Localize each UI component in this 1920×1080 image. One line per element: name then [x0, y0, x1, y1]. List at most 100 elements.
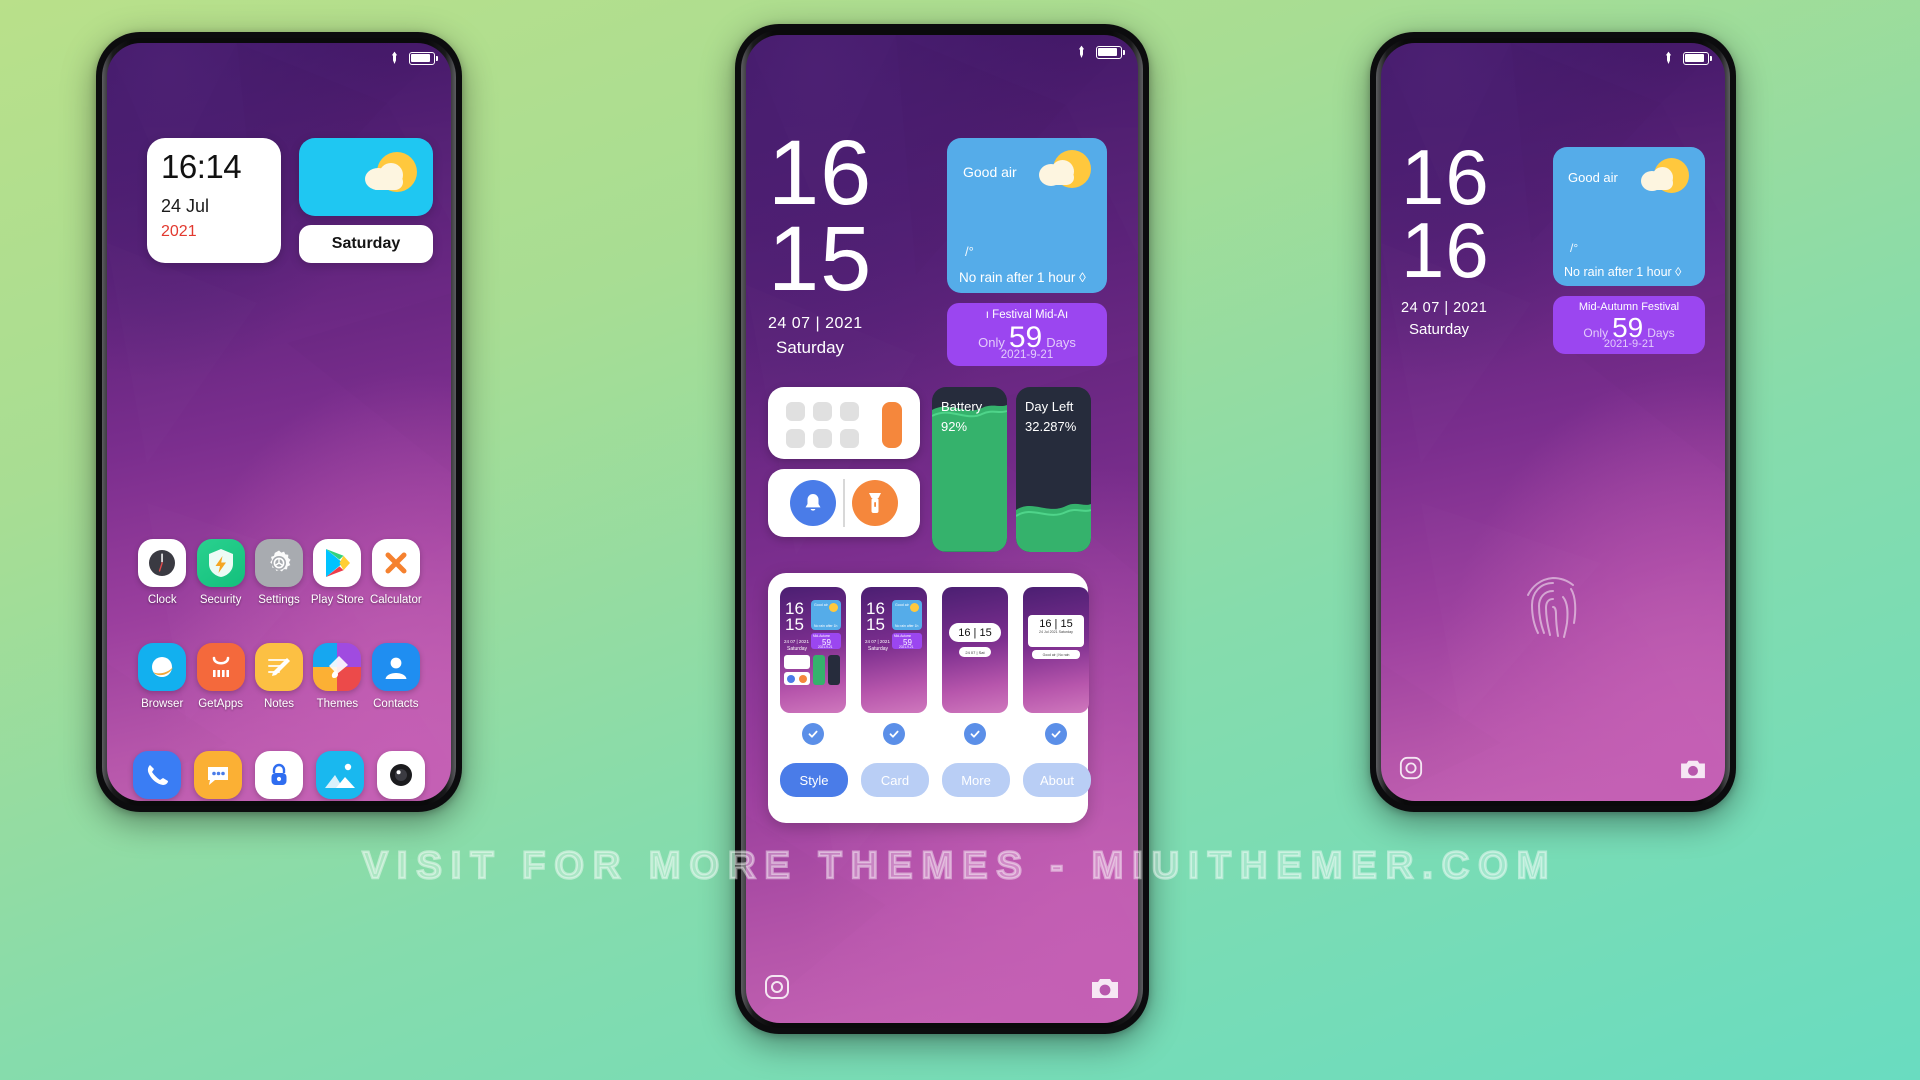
camera-lens-icon[interactable] — [764, 974, 790, 1005]
style-thumb-2[interactable]: 16 15 24 07 | 2021 Saturday Good air No … — [861, 587, 927, 713]
clock-date: 24 07 | 2021 — [768, 314, 863, 332]
toggle-divider — [843, 479, 845, 527]
phone2-bezel: 16 15 24 07 | 2021 Saturday Good air /° … — [741, 30, 1143, 1028]
phone3-bezel: 16 16 24 07 | 2021 Saturday Good air /° … — [1376, 38, 1730, 806]
message-bubble-icon[interactable] — [194, 751, 242, 799]
weather-card[interactable]: Good air /° No rain after 1 hour ◊ — [1553, 147, 1705, 286]
bell-icon[interactable] — [790, 480, 836, 526]
battery-value: 92% — [941, 419, 968, 434]
festival-countdown-card[interactable]: Mid-Autumn Festival Only 59 Days 2021-9-… — [1553, 296, 1705, 354]
theme-picker-panel[interactable]: 16 15 24 07 | 2021 Saturday Good air No … — [768, 573, 1091, 823]
style-thumb-1-checkbox[interactable] — [802, 723, 824, 745]
flashlight-icon[interactable] — [852, 480, 898, 526]
app-label: Contacts — [373, 698, 419, 710]
tab-style[interactable]: Style — [780, 763, 848, 797]
notes-icon — [255, 643, 304, 691]
phone1-status-bar — [107, 43, 451, 73]
app-label: GetApps — [198, 698, 243, 710]
lockscreen-clock: 16 16 24 07 | 2021 Saturday — [1401, 133, 1551, 338]
app-label: Clock — [147, 594, 177, 606]
day-left-value: 32.287% — [1025, 419, 1077, 434]
day-left-label: Day Left — [1025, 399, 1074, 414]
sun-behind-cloud-icon — [1641, 156, 1693, 203]
camera-icon[interactable] — [1090, 976, 1120, 1005]
app-label: Calculator — [369, 594, 422, 606]
lock-icon[interactable] — [255, 751, 303, 799]
camera-lens-icon[interactable] — [1399, 756, 1423, 785]
clock-hour: 16 — [768, 122, 873, 224]
clock-date: 24 07 | 2021 — [1401, 299, 1488, 316]
app-getapps[interactable]: GetApps — [191, 643, 249, 710]
style-thumb-3[interactable]: 16 | 15 24 07 | Sat — [942, 587, 1008, 713]
app-security[interactable]: Security — [191, 539, 249, 606]
day-left-card[interactable]: Day Left 32.287% — [1016, 387, 1091, 552]
mi-getapps-icon — [196, 643, 245, 691]
quick-toggles-widget[interactable] — [768, 469, 920, 537]
style-thumb-2-checkbox[interactable] — [883, 723, 905, 745]
style-thumb-4-checkbox[interactable] — [1045, 723, 1067, 745]
clock-year: 2021 — [161, 223, 197, 240]
festival-title: ı Festival Mid-Aı — [985, 309, 1069, 321]
app-clock[interactable]: Clock — [133, 539, 191, 606]
style-thumb-3-checkbox[interactable] — [964, 723, 986, 745]
app-browser[interactable]: Browser — [133, 643, 191, 710]
app-themes[interactable]: Themes — [308, 643, 366, 710]
thumb-inline-clock: 16 | 15 — [1039, 618, 1073, 630]
weather-air-quality: Good air — [1568, 170, 1618, 185]
phone3-status-bar — [1381, 43, 1725, 73]
app-label: Security — [199, 594, 242, 606]
app-settings[interactable]: Settings — [250, 539, 308, 606]
thumb-minute: 15 — [866, 615, 885, 635]
contacts-person-icon — [371, 643, 420, 691]
gallery-image-icon[interactable] — [316, 751, 364, 799]
weather-temperature: /° — [965, 244, 974, 259]
clock-icon — [138, 539, 187, 587]
phone-device-1: 16:14 24 Jul 2021 Saturday Clock Securit… — [96, 32, 462, 812]
battery-icon — [1683, 51, 1712, 65]
lockscreen-clock: 16 15 24 07 | 2021 Saturday — [768, 122, 928, 358]
clock-date: 24 Jul — [161, 196, 210, 216]
clock-minute: 16 — [1401, 206, 1490, 295]
app-label: Play Store — [310, 594, 364, 606]
pin-icon — [391, 51, 398, 64]
festival-countdown-card[interactable]: ı Festival Mid-Aı Only 59 Days 2021-9-21 — [947, 303, 1107, 366]
clock-weekday: Saturday — [776, 337, 845, 357]
weather-forecast: No rain after 1 hour ◊ — [959, 270, 1086, 285]
fingerprint-icon[interactable] — [1522, 573, 1584, 648]
phone-device-2: 16 15 24 07 | 2021 Saturday Good air /° … — [735, 24, 1149, 1034]
tab-about[interactable]: About — [1023, 763, 1091, 797]
style-thumb-1[interactable]: 16 15 24 07 | 2021 Saturday Good air No … — [780, 587, 846, 713]
style-thumb-4[interactable]: 16 | 15 24 Jul 2021 Saturday Good air | … — [1023, 587, 1089, 713]
tab-card[interactable]: Card — [861, 763, 929, 797]
battery-card[interactable]: Battery 92% — [932, 387, 1007, 552]
weekday-button[interactable]: Saturday — [299, 225, 433, 263]
app-label: Themes — [316, 698, 359, 710]
tab-more[interactable]: More — [942, 763, 1010, 797]
phone2-screen: 16 15 24 07 | 2021 Saturday Good air /° … — [746, 35, 1138, 1023]
app-notes[interactable]: Notes — [250, 643, 308, 710]
festival-only-label: Only — [978, 335, 1005, 350]
weather-forecast: No rain after 1 hour ◊ — [1564, 265, 1682, 279]
phone2-status-bar — [746, 35, 1138, 69]
check-icon — [1051, 730, 1061, 738]
browser-icon — [138, 643, 187, 691]
app-play-store[interactable]: Play Store — [308, 539, 366, 606]
day-left-fill — [1016, 496, 1091, 552]
clock-hour: 16 — [1401, 133, 1490, 221]
phone-handset-icon[interactable] — [133, 751, 181, 799]
app-label: Settings — [258, 594, 300, 606]
weather-card[interactable]: Good air /° No rain after 1 hour ◊ — [947, 138, 1107, 293]
app-contacts[interactable]: Contacts — [367, 643, 425, 710]
app-calculator[interactable]: Calculator — [367, 539, 425, 606]
clock-date-block: 24 07 | 2021 Saturday — [1401, 300, 1551, 338]
weather-widget[interactable] — [299, 138, 433, 216]
camera-icon[interactable] — [1679, 758, 1707, 785]
clock-weekday: Saturday — [1409, 320, 1470, 338]
clock-widget[interactable]: 16:14 24 Jul 2021 — [147, 138, 281, 263]
shield-icon — [196, 539, 245, 587]
camera-icon[interactable] — [377, 751, 425, 799]
app-label: Browser — [141, 698, 184, 710]
phone1-bezel: 16:14 24 Jul 2021 Saturday Clock Securit… — [102, 38, 456, 806]
calculator-widget[interactable] — [768, 387, 920, 459]
screenshot-stage: 16:14 24 Jul 2021 Saturday Clock Securit… — [0, 0, 1920, 1080]
